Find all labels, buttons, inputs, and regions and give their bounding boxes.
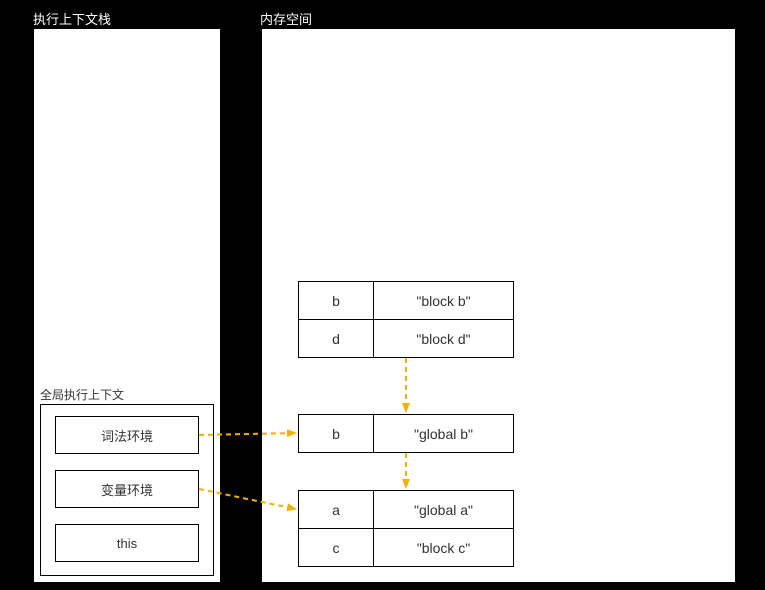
table-row: a "global a" [299, 491, 514, 529]
table-row: d "block d" [299, 320, 514, 358]
variable-env-box: 变量环境 [55, 470, 199, 508]
heap-title: 内存空间 [260, 9, 312, 28]
global-lexical-table: b "global b" [298, 414, 514, 453]
cell-key: a [299, 491, 374, 529]
cell-value: "block b" [374, 282, 514, 320]
cell-key: c [299, 529, 374, 567]
this-binding-box: this [55, 524, 199, 562]
lexical-env-box: 词法环境 [55, 416, 199, 454]
stack-title: 执行上下文栈 [33, 9, 111, 28]
variable-env-label: 变量环境 [101, 480, 153, 499]
lexical-env-label: 词法环境 [101, 426, 153, 445]
cell-value: "global b" [374, 415, 514, 453]
cell-key: b [299, 282, 374, 320]
global-context-title: 全局执行上下文 [40, 386, 124, 403]
global-variable-table: a "global a" c "block c" [298, 490, 514, 567]
cell-value: "global a" [374, 491, 514, 529]
table-row: b "block b" [299, 282, 514, 320]
table-row: b "global b" [299, 415, 514, 453]
cell-key: b [299, 415, 374, 453]
table-row: c "block c" [299, 529, 514, 567]
cell-key: d [299, 320, 374, 358]
block-scope-table: b "block b" d "block d" [298, 281, 514, 358]
cell-value: "block d" [374, 320, 514, 358]
cell-value: "block c" [374, 529, 514, 567]
this-binding-label: this [117, 536, 137, 551]
